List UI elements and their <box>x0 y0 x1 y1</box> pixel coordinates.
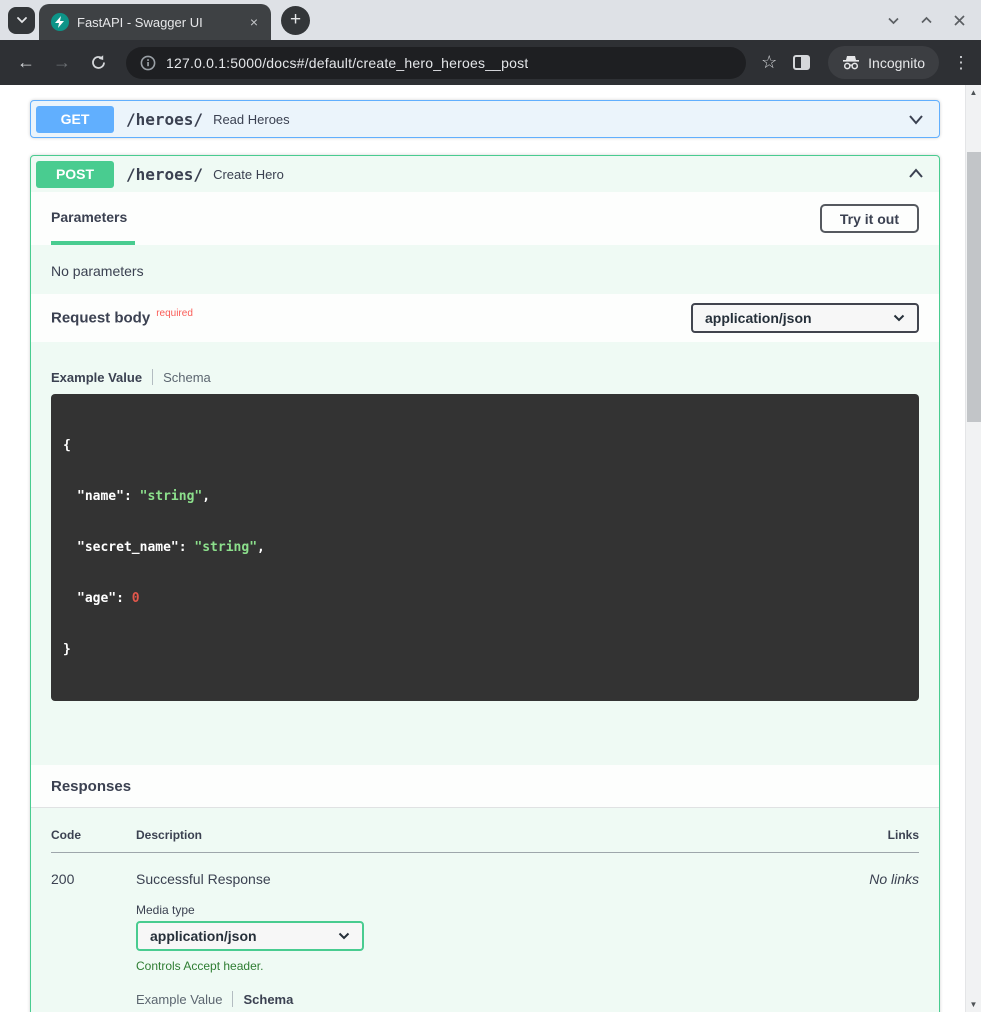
responses-section-header: Responses <box>31 765 939 808</box>
scroll-up-icon[interactable]: ▲ <box>966 88 981 97</box>
response-code: 200 <box>51 871 136 1012</box>
opblock-post-header[interactable]: POST /heroes/ Create Hero <box>31 156 939 192</box>
endpoint-path: /heroes/ <box>126 165 203 184</box>
tab-example-value[interactable]: Example Value <box>136 992 222 1007</box>
request-media-type-select[interactable]: application/json <box>691 303 919 333</box>
incognito-badge: Incognito <box>828 46 939 79</box>
responses-table-header: Code Description Links <box>51 828 919 853</box>
method-badge-get: GET <box>36 106 114 133</box>
window-close-icon[interactable] <box>952 13 967 28</box>
window-minimize-icon[interactable] <box>886 13 901 28</box>
tab-schema[interactable]: Schema <box>163 370 211 385</box>
opblock-get-heroes: GET /heroes/ Read Heroes <box>30 100 940 138</box>
browser-tab-active[interactable]: FastAPI - Swagger UI × <box>39 4 271 40</box>
model-example-tabs: Example Value Schema <box>51 369 919 385</box>
browser-tabstrip: FastAPI - Swagger UI × + <box>0 0 981 40</box>
endpoint-summary: Read Heroes <box>213 112 290 127</box>
chevron-down-icon <box>16 16 28 24</box>
collapse-chevron-up-icon[interactable] <box>905 163 927 185</box>
swagger-page: GET /heroes/ Read Heroes POST /heroes/ C… <box>0 85 981 1012</box>
incognito-icon <box>842 55 860 70</box>
site-info-icon[interactable] <box>140 55 156 71</box>
browser-menu-icon[interactable]: ⋮ <box>949 53 973 73</box>
column-code: Code <box>51 828 136 842</box>
scroll-down-icon[interactable]: ▼ <box>966 1000 981 1009</box>
browser-toolbar: ← → 127.0.0.1:5000/docs#/default/create_… <box>0 40 981 85</box>
tab-divider <box>232 991 233 1007</box>
incognito-label: Incognito <box>868 55 925 71</box>
tab-schema[interactable]: Schema <box>243 992 293 1007</box>
request-example-json[interactable]: { "name": "string", "secret_name": "stri… <box>51 394 919 701</box>
responses-table: Code Description Links 200 Successful Re… <box>31 808 939 1012</box>
no-parameters-text: No parameters <box>31 245 939 294</box>
opblock-post-heroes: POST /heroes/ Create Hero Parameters Try… <box>30 155 940 1012</box>
address-bar[interactable]: 127.0.0.1:5000/docs#/default/create_hero… <box>126 47 746 79</box>
endpoint-summary: Create Hero <box>213 167 284 182</box>
window-maximize-icon[interactable] <box>919 13 934 28</box>
accept-header-note: Controls Accept header. <box>136 959 859 973</box>
page-scrollbar[interactable]: ▲ ▼ <box>965 85 981 1012</box>
response-links: No links <box>859 871 919 1012</box>
response-media-type-select[interactable]: application/json <box>136 921 364 951</box>
parameters-section-header: Parameters Try it out <box>31 192 939 245</box>
request-body-section-header: Request body required application/json <box>31 294 939 342</box>
response-media-type-value: application/json <box>150 928 257 944</box>
response-description: Successful Response <box>136 871 859 887</box>
back-button[interactable]: ← <box>8 52 44 73</box>
tab-close-icon[interactable]: × <box>245 14 263 30</box>
side-panel-icon <box>793 55 810 70</box>
window-controls <box>886 13 981 28</box>
tab-divider <box>152 369 153 385</box>
select-chevron-down-icon <box>338 932 350 940</box>
reload-icon <box>90 54 107 71</box>
expand-chevron-down-icon[interactable] <box>905 108 927 130</box>
tab-search-button[interactable] <box>8 7 35 34</box>
tab-example-value[interactable]: Example Value <box>51 370 142 385</box>
tab-parameters: Parameters <box>51 192 135 245</box>
side-panel-button[interactable] <box>784 55 818 70</box>
response-row-200: 200 Successful Response Media type appli… <box>51 853 919 1012</box>
column-description: Description <box>136 828 859 842</box>
media-type-label: Media type <box>136 903 859 917</box>
tab-title: FastAPI - Swagger UI <box>77 15 245 30</box>
scrollbar-thumb[interactable] <box>967 152 981 422</box>
required-label: required <box>156 308 193 319</box>
model-example-tabs: Example Value Schema <box>136 991 859 1007</box>
responses-title: Responses <box>51 778 131 795</box>
forward-button[interactable]: → <box>44 52 80 73</box>
try-it-out-button[interactable]: Try it out <box>820 204 919 233</box>
select-chevron-down-icon <box>893 314 905 322</box>
column-links: Links <box>859 828 919 842</box>
request-body-title: Request body <box>51 310 150 327</box>
url-text[interactable]: 127.0.0.1:5000/docs#/default/create_hero… <box>166 55 528 71</box>
endpoint-path: /heroes/ <box>126 110 203 129</box>
method-badge-post: POST <box>36 161 114 188</box>
bookmark-star-icon[interactable]: ☆ <box>754 52 784 73</box>
reload-button[interactable] <box>80 54 116 71</box>
fastapi-favicon-icon <box>51 13 69 31</box>
request-media-type-value: application/json <box>705 310 812 326</box>
new-tab-button[interactable]: + <box>281 6 310 35</box>
request-body-content: Example Value Schema { "name": "string",… <box>31 342 939 765</box>
opblock-get-header[interactable]: GET /heroes/ Read Heroes <box>31 101 939 137</box>
